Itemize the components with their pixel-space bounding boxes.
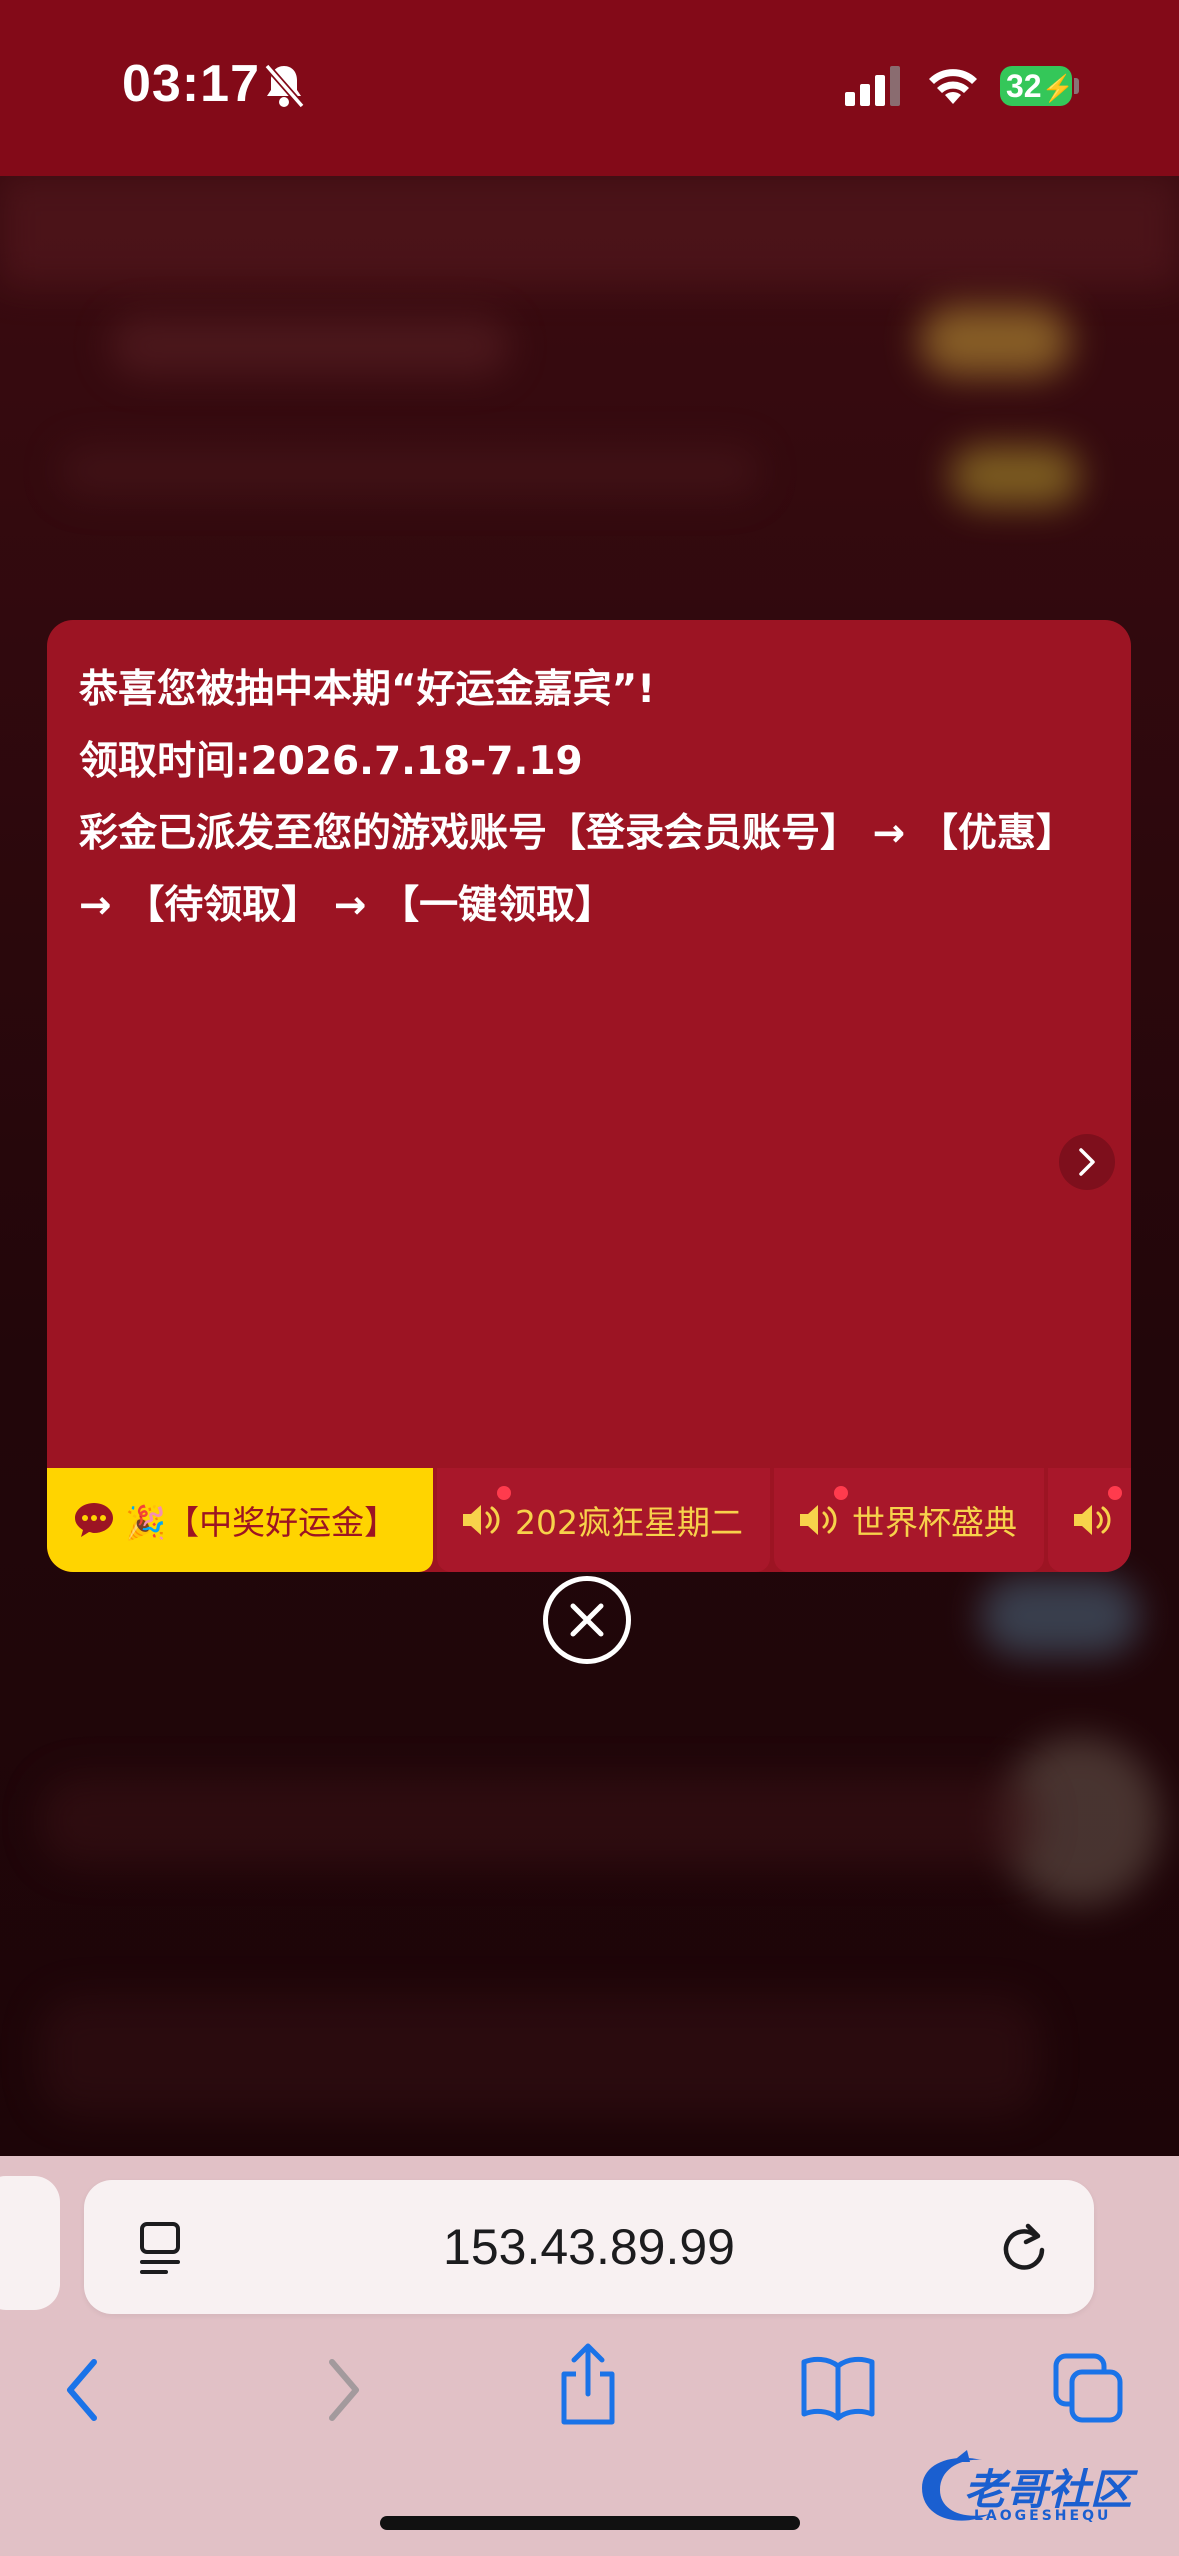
battery-tip [1074, 78, 1079, 94]
reload-icon[interactable] [996, 2218, 1052, 2278]
tabs-icon[interactable] [1052, 2352, 1124, 2424]
speaker-icon [800, 1505, 837, 1535]
chevron-right-icon [1079, 1148, 1095, 1176]
unread-dot [834, 1486, 848, 1500]
promo-message: 恭喜您被抽中本期“好运金嘉宾”! 领取时间:2026.7.18-7.19 彩金已… [79, 667, 1075, 928]
tab-crazy-tuesday[interactable]: 202疯狂星期二 [437, 1468, 770, 1572]
speaker-icon [463, 1505, 500, 1535]
next-button[interactable] [1059, 1134, 1115, 1190]
back-icon[interactable] [60, 2352, 110, 2428]
forward-icon[interactable] [316, 2352, 366, 2428]
promo-modal: 恭喜您被抽中本期“好运金嘉宾”! 领取时间:2026.7.18-7.19 彩金已… [47, 620, 1131, 1572]
bell-muted-icon [264, 63, 305, 109]
tab-label: 202疯狂星期二 [515, 1503, 743, 1542]
chat-bubble-icon [75, 1503, 113, 1537]
battery-level: 32 [1006, 68, 1042, 104]
previous-tab-pill[interactable] [0, 2176, 60, 2310]
status-time: 03:17 [122, 55, 260, 113]
charging-bolt-icon: ⚡ [1041, 73, 1074, 103]
wifi-icon [929, 69, 977, 104]
site-watermark-logo: 老哥社区 LAOGESHEQU [912, 2448, 1172, 2530]
status-bar: 03:17 32⚡ [0, 0, 1179, 176]
tab-winning-bonus[interactable]: 🎉【中奖好运金】 [47, 1468, 433, 1572]
tab-more[interactable] [1048, 1468, 1131, 1572]
cellular-signal-icon [845, 66, 900, 106]
announcement-tabs: 🎉【中奖好运金】 202疯狂星期二 世界杯盛典 [47, 1468, 1131, 1572]
tab-world-cup[interactable]: 世界杯盛典 [774, 1468, 1044, 1572]
watermark-subtext: LAOGESHEQU [974, 2508, 1112, 2524]
tab-label: 🎉【中奖好运金】 [125, 1503, 398, 1542]
close-icon [570, 1603, 604, 1637]
tab-label: 世界杯盛典 [852, 1503, 1017, 1542]
home-indicator [380, 2516, 800, 2530]
battery-indicator: 32⚡ [1000, 66, 1074, 106]
url-text: 153.43.89.99 [443, 2219, 735, 2275]
unread-dot [1108, 1486, 1122, 1500]
share-icon[interactable] [556, 2342, 620, 2426]
bookmarks-icon[interactable] [800, 2352, 876, 2422]
close-modal-button[interactable] [543, 1576, 631, 1664]
unread-dot [497, 1486, 511, 1500]
speaker-icon [1074, 1505, 1111, 1535]
address-bar[interactable]: 153.43.89.99 [84, 2180, 1094, 2314]
